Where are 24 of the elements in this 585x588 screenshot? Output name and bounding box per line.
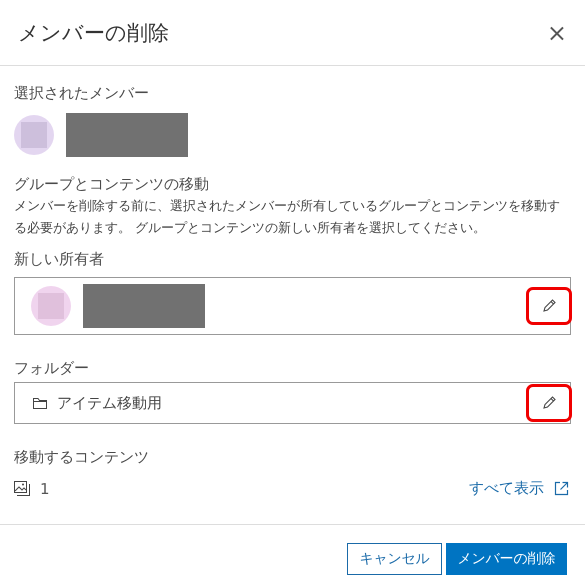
images-icon — [14, 481, 30, 496]
pencil-icon — [541, 298, 557, 314]
edit-button[interactable] — [526, 384, 572, 422]
avatar — [31, 286, 71, 326]
edit-button[interactable] — [526, 287, 572, 325]
dialog-title: メンバーの削除 — [18, 20, 169, 46]
delete-button[interactable]: メンバーの削除 — [446, 542, 567, 574]
section-label: 選択されたメンバー — [14, 84, 150, 103]
folder-name: アイテム移動用 — [57, 394, 162, 412]
content-count: 1 — [40, 480, 50, 498]
owner-field[interactable] — [14, 277, 571, 335]
cancel-button[interactable]: キャンセル — [347, 542, 442, 574]
avatar — [14, 115, 54, 155]
folder-icon — [33, 397, 47, 409]
section-label: 移動するコンテンツ — [14, 448, 150, 467]
section-heading: グループとコンテンツの移動 — [14, 175, 210, 194]
pencil-icon — [541, 395, 557, 411]
close-button[interactable]: × — [542, 18, 571, 46]
folder-field[interactable]: アイテム移動用 — [14, 382, 571, 424]
description-text: メンバーを削除する前に、選択されたメンバーが所有しているグループとコンテンツを移動する必要があります。 グループとコンテンツの新しい所有者を選択してください。 — [14, 198, 561, 238]
field-label: フォルダー — [14, 359, 90, 378]
view-all-link[interactable]: すべて表示 — [469, 479, 544, 498]
field-label: 新しい所有者 — [14, 250, 105, 269]
external-link-icon — [554, 481, 569, 496]
